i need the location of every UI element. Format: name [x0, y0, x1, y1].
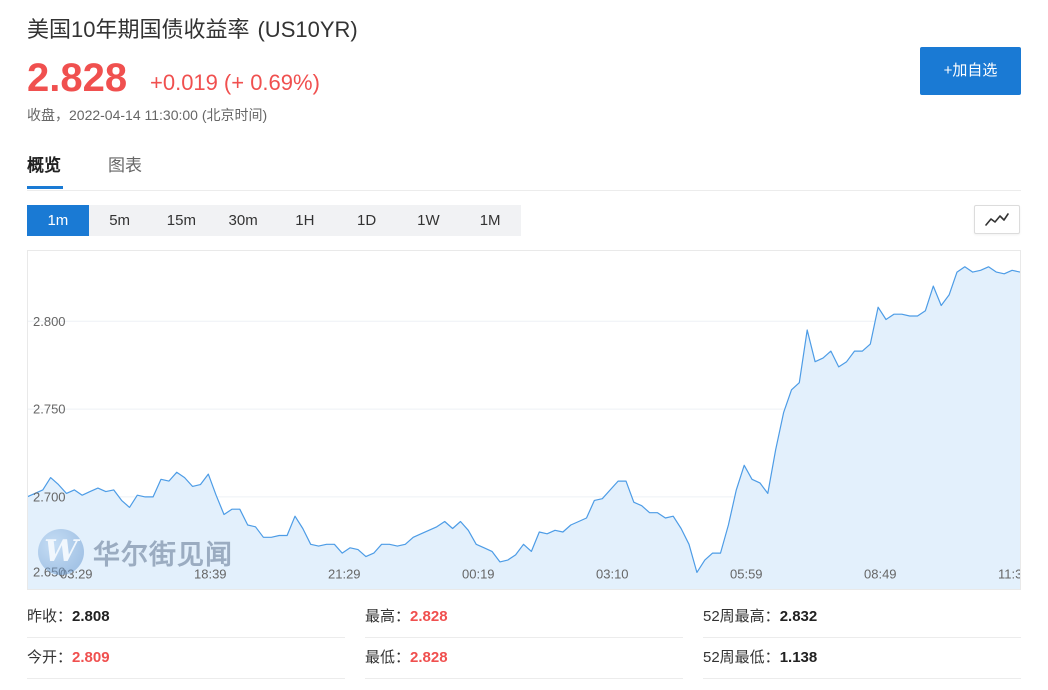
x-tick-label: 11:3 [998, 567, 1021, 582]
stat-label: 52周最高： [703, 608, 780, 625]
x-tick-label: 03:10 [596, 567, 629, 582]
stat-high: 最高：2.828 [365, 597, 683, 638]
change-value: +0.019 [150, 70, 218, 95]
x-tick-label: 08:49 [864, 567, 897, 582]
instrument-name: 美国10年期国债收益率 [27, 17, 250, 42]
x-tick-label: 21:29 [328, 567, 361, 582]
period-1mo-button[interactable]: 1M [459, 205, 521, 236]
period-1h-button[interactable]: 1H [274, 205, 336, 236]
period-30m-button[interactable]: 30m [212, 205, 274, 236]
last-price: 2.828 [27, 56, 128, 100]
stat-value: 2.809 [72, 649, 110, 666]
price-chart[interactable]: 2.800 2.750 2.700 2.650 03:29 18:39 21:29 00:19… [27, 250, 1021, 590]
line-chart-icon [985, 212, 1009, 227]
stat-52w-high: 52周最高：2.832 [703, 597, 1021, 638]
stat-prev-close: 昨收：2.808 [27, 597, 345, 638]
stat-value: 2.832 [779, 608, 818, 625]
period-selector: 1m 5m 15m 30m 1H 1D 1W 1M [27, 205, 521, 236]
period-1w-button[interactable]: 1W [398, 205, 460, 236]
tab-chart[interactable]: 图表 [108, 155, 142, 177]
quote-stats: 昨收：2.808 最高：2.828 52周最高：2.832 今开：2.809 最… [27, 597, 1021, 679]
series-area [27, 266, 1020, 590]
quote-page: 美国10年期国债收益率 (US10YR) 2.828 +0.019 (+ 0.69%… [0, 0, 1048, 690]
stat-label: 最高： [365, 608, 411, 625]
price-change: +0.019 (+ 0.69%) [150, 70, 320, 96]
stat-value: 1.138 [779, 649, 818, 666]
stat-low: 最低：2.828 [365, 638, 683, 679]
y-tick-label: 2.750 [33, 402, 66, 417]
x-tick-label: 18:39 [194, 567, 227, 582]
stat-label: 昨收： [27, 608, 73, 625]
price-chart-svg: 2.8002.7502.7002.65003:29 18:39 21:29 00:19… [27, 250, 1021, 590]
period-15m-button[interactable]: 15m [151, 205, 213, 236]
tab-overview[interactable]: 概览 [27, 155, 61, 177]
period-5m-button[interactable]: 5m [89, 205, 151, 236]
y-tick-label: 2.800 [33, 314, 66, 329]
instrument-title: 美国10年期国债收益率 (US10YR) [27, 17, 358, 43]
x-tick-label: 03:29 [60, 567, 93, 582]
add-to-watchlist-button[interactable]: +加自选 [920, 47, 1021, 95]
stat-label: 今开： [27, 649, 73, 666]
chart-type-button[interactable] [974, 205, 1020, 234]
x-tick-label: 05:59 [730, 567, 763, 582]
stat-value: 2.828 [410, 608, 448, 625]
stat-label: 最低： [365, 649, 411, 666]
tabs-divider [27, 190, 1021, 191]
stat-value: 2.808 [72, 608, 110, 625]
market-status-line: 收盘，2022-04-14 11:30:00 (北京时间) [27, 107, 268, 123]
active-tab-indicator [27, 186, 63, 189]
stat-value: 2.828 [410, 649, 448, 666]
change-percent: (+ 0.69%) [223, 70, 320, 95]
stat-open: 今开：2.809 [27, 638, 345, 679]
period-1m-button[interactable]: 1m [27, 205, 89, 236]
x-tick-label: 00:19 [462, 567, 495, 582]
instrument-code: (US10YR) [257, 17, 358, 42]
stat-label: 52周最低： [703, 649, 780, 666]
y-tick-label: 2.700 [33, 489, 66, 504]
stat-52w-low: 52周最低：1.138 [703, 638, 1021, 679]
period-1d-button[interactable]: 1D [336, 205, 398, 236]
